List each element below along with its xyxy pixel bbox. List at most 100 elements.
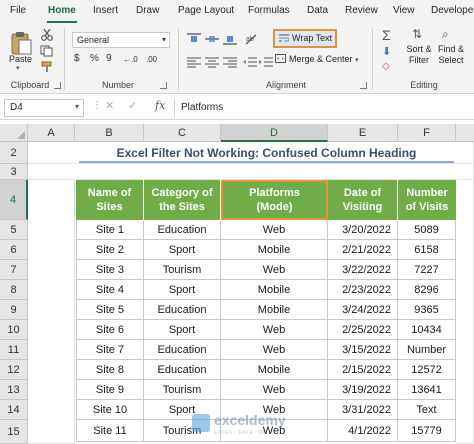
table-cell[interactable]: Sport [144, 400, 221, 420]
tab-page-layout[interactable]: Page Layout [178, 5, 234, 16]
table-cell[interactable]: 8296 [398, 280, 456, 300]
tab-developer[interactable]: Developer [431, 5, 474, 16]
merge-dropdown-icon[interactable]: ▾ [355, 57, 359, 64]
currency-format-button[interactable]: $ [74, 53, 80, 64]
number-launcher-icon[interactable] [160, 82, 167, 89]
table-cell[interactable]: 3/22/2022 [328, 260, 398, 280]
row-header-4[interactable]: 4 [0, 180, 28, 220]
decrease-indent-icon[interactable] [242, 56, 258, 68]
merge-center-button[interactable]: Merge & Center ▾ [275, 54, 359, 64]
table-cell[interactable]: Web [221, 260, 328, 280]
table-cell[interactable]: Tourism [144, 260, 221, 280]
tab-insert[interactable]: Insert [93, 5, 118, 16]
table-cell[interactable]: Web [221, 380, 328, 400]
clear-icon[interactable]: ◇ [382, 61, 390, 72]
table-cell[interactable]: Web [221, 320, 328, 340]
column-header-a[interactable]: A [28, 124, 75, 142]
table-cell[interactable]: 3/15/2022 [328, 340, 398, 360]
header-cell-name-of-sites[interactable]: Name of Sites [76, 180, 144, 220]
insert-function-icon[interactable]: fx [155, 99, 165, 112]
table-cell[interactable]: 6158 [398, 240, 456, 260]
table-cell[interactable]: 2/25/2022 [328, 320, 398, 340]
tab-formulas[interactable]: Formulas [248, 5, 290, 16]
table-cell[interactable]: Number [398, 340, 456, 360]
formula-bar-resize-handle[interactable]: ⋮ [92, 100, 102, 111]
table-cell[interactable]: Mobile [221, 280, 328, 300]
column-a-cells[interactable] [28, 180, 75, 444]
cancel-entry-icon[interactable]: ✕ [105, 99, 114, 112]
row-3-cells[interactable] [28, 164, 474, 180]
table-cell[interactable]: 7227 [398, 260, 456, 280]
align-center-icon[interactable] [204, 56, 220, 68]
paste-icon[interactable] [10, 30, 32, 56]
table-cell[interactable]: Web [221, 400, 328, 420]
cut-icon[interactable] [40, 29, 54, 41]
table-cell[interactable]: Web [221, 340, 328, 360]
increase-decimal-button[interactable]: ←.0 [123, 55, 138, 64]
column-g-cells[interactable] [456, 180, 474, 444]
tab-data[interactable]: Data [307, 5, 328, 16]
table-cell[interactable]: 3/19/2022 [328, 380, 398, 400]
table-cell[interactable]: Mobile [221, 300, 328, 320]
table-cell[interactable]: 2/15/2022 [328, 360, 398, 380]
clipboard-launcher-icon[interactable] [54, 82, 61, 89]
table-cell[interactable]: 15779 [398, 420, 456, 442]
alignment-launcher-icon[interactable] [360, 82, 367, 89]
table-cell[interactable]: Sport [144, 280, 221, 300]
table-cell[interactable]: Education [144, 360, 221, 380]
row-header-15[interactable]: 15 [0, 420, 28, 444]
table-cell[interactable]: Tourism [144, 380, 221, 400]
formula-input[interactable]: Platforms [174, 99, 470, 117]
table-cell[interactable]: 5089 [398, 220, 456, 240]
table-cell[interactable]: Web [221, 420, 328, 442]
table-cell[interactable]: 12572 [398, 360, 456, 380]
copy-icon[interactable] [40, 45, 54, 57]
row-header-10[interactable]: 10 [0, 320, 28, 340]
comma-style-button[interactable]: 9 [106, 53, 112, 64]
table-cell[interactable]: 9365 [398, 300, 456, 320]
number-format-dropdown[interactable]: General ▾ [72, 32, 170, 48]
table-cell[interactable]: Sport [144, 240, 221, 260]
tab-file[interactable]: File [10, 5, 26, 16]
sort-filter-button[interactable]: Sort & Filter [404, 44, 434, 66]
header-cell-date[interactable]: Date of Visiting [328, 180, 398, 220]
middle-align-icon[interactable] [204, 33, 220, 45]
row-header-3[interactable]: 3 [0, 164, 28, 180]
row-header-7[interactable]: 7 [0, 260, 28, 280]
table-cell[interactable]: Education [144, 300, 221, 320]
row-header-13[interactable]: 13 [0, 380, 28, 400]
sheet-title[interactable]: Excel Filter Not Working: Confused Colum… [79, 144, 454, 163]
table-cell[interactable]: Tourism [144, 420, 221, 442]
table-cell[interactable]: Site 4 [76, 280, 144, 300]
table-cell[interactable]: 2/21/2022 [328, 240, 398, 260]
table-cell[interactable]: 3/24/2022 [328, 300, 398, 320]
table-cell[interactable]: Site 3 [76, 260, 144, 280]
paste-button[interactable]: Paste [9, 54, 32, 64]
column-header-c[interactable]: C [144, 124, 221, 142]
top-align-icon[interactable] [186, 33, 202, 45]
increase-indent-icon[interactable] [258, 56, 274, 68]
header-cell-platforms-active[interactable]: Platforms (Mode) [221, 180, 328, 220]
table-cell[interactable]: Mobile [221, 240, 328, 260]
find-select-icon[interactable]: ⌕ [442, 27, 449, 42]
column-header-b[interactable]: B [75, 124, 144, 142]
table-cell[interactable]: Site 11 [76, 420, 144, 442]
header-cell-visits[interactable]: Number of Visits [398, 180, 456, 220]
format-painter-icon[interactable] [40, 61, 54, 73]
table-cell[interactable]: Education [144, 220, 221, 240]
table-cell[interactable]: Text [398, 400, 456, 420]
table-cell[interactable]: Site 5 [76, 300, 144, 320]
column-header-d[interactable]: D [221, 124, 328, 142]
table-cell[interactable]: Site 2 [76, 240, 144, 260]
table-cell[interactable]: Sport [144, 320, 221, 340]
table-cell[interactable]: Site 6 [76, 320, 144, 340]
row-header-12[interactable]: 12 [0, 360, 28, 380]
confirm-entry-icon[interactable]: ✓ [128, 99, 137, 112]
align-right-icon[interactable] [222, 56, 238, 68]
table-cell[interactable]: Site 7 [76, 340, 144, 360]
align-left-icon[interactable] [186, 56, 202, 68]
table-cell[interactable]: 3/20/2022 [328, 220, 398, 240]
column-header-e[interactable]: E [328, 124, 398, 142]
table-cell[interactable]: Education [144, 340, 221, 360]
fill-icon[interactable]: ⬇ [382, 45, 391, 58]
